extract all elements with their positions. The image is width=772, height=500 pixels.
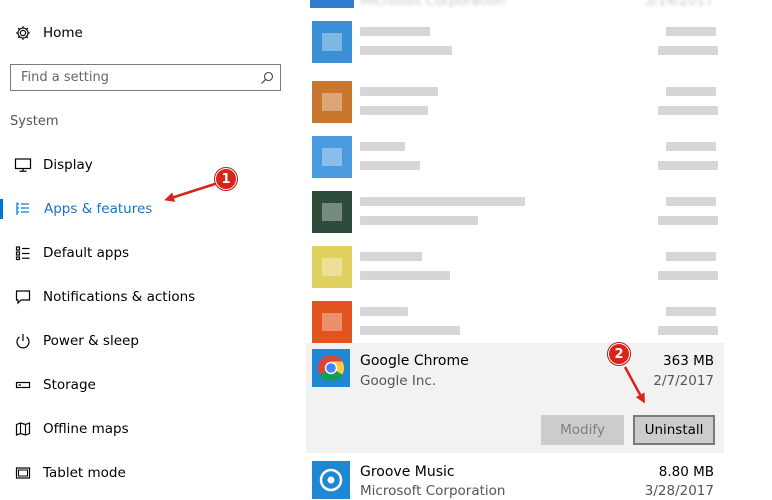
sidebar-item-offline-maps[interactable]: Offline maps (0, 409, 300, 449)
app-name: Google Chrome (360, 353, 469, 369)
app-name: Groove Music (360, 464, 455, 480)
blurred-app-publisher (360, 271, 450, 280)
sidebar-item-label: Tablet mode (43, 465, 126, 481)
blurred-app-publisher (360, 106, 428, 115)
blurred-app-size (666, 142, 716, 151)
app-list-item-blurred[interactable] (306, 240, 724, 298)
app-list-item-groove-music[interactable]: Groove Music Microsoft Corporation 8.80 … (306, 455, 724, 500)
app-date: 3/14/2017 (644, 0, 714, 8)
modify-button[interactable]: Modify (541, 415, 624, 445)
app-icon (312, 21, 352, 63)
blurred-app-date (658, 271, 718, 280)
blurred-app-publisher (360, 161, 420, 170)
blurred-app-publisher (360, 46, 452, 55)
sidebar-item-apps-features[interactable]: Apps & features (0, 189, 300, 229)
power-icon (14, 332, 32, 350)
section-label: System (10, 114, 59, 129)
blurred-app-name (360, 142, 405, 151)
storage-icon (14, 376, 32, 394)
app-list-item-google-chrome[interactable]: Google Chrome Google Inc. 363 MB 2/7/201… (306, 343, 724, 453)
sidebar-item-notifications[interactable]: Notifications & actions (0, 277, 300, 317)
search-box[interactable] (10, 64, 281, 91)
app-size: 363 MB (663, 353, 714, 369)
sidebar-item-label: Display (43, 157, 93, 173)
annotation-badge-2: 2 (608, 343, 630, 365)
search-icon[interactable] (260, 70, 274, 84)
sidebar-item-home[interactable]: Home (0, 13, 300, 53)
blurred-app-size (666, 197, 716, 206)
uninstall-button[interactable]: Uninstall (633, 415, 715, 445)
sidebar-item-label: Notifications & actions (43, 289, 196, 305)
app-list-item-blurred[interactable] (306, 185, 724, 243)
app-publisher: Google Inc. (360, 373, 437, 389)
app-icon (312, 136, 352, 178)
app-date: 3/28/2017 (644, 483, 714, 499)
sidebar-item-label: Default apps (43, 245, 130, 261)
apps-features-icon (14, 200, 32, 218)
sidebar-item-display[interactable]: Display (0, 145, 300, 185)
blurred-app-size (666, 252, 716, 261)
blurred-app-date (658, 46, 718, 55)
groove-music-icon (312, 461, 350, 499)
display-icon (14, 156, 32, 174)
app-list-item-blurred[interactable] (306, 15, 724, 73)
app-icon (312, 301, 352, 343)
default-apps-icon (14, 244, 32, 262)
sidebar-item-label: Power & sleep (43, 333, 139, 349)
chrome-icon (312, 349, 350, 387)
sidebar-item-storage[interactable]: Storage (0, 365, 300, 405)
sidebar-item-label: Offline maps (43, 421, 129, 437)
app-icon (312, 246, 352, 288)
app-icon (312, 81, 352, 123)
blurred-app-name (360, 27, 430, 36)
blurred-app-date (658, 216, 718, 225)
tablet-icon (14, 464, 32, 482)
sidebar-item-tablet-mode[interactable]: Tablet mode (0, 453, 300, 493)
sidebar-item-label: Storage (43, 377, 96, 393)
app-size: 8.80 MB (658, 464, 714, 480)
app-list-item-blurred[interactable] (306, 130, 724, 188)
notifications-icon (14, 288, 32, 306)
blurred-app-date (658, 161, 718, 170)
blurred-app-publisher (360, 326, 460, 335)
blurred-app-size (666, 87, 716, 96)
blurred-app-name (360, 252, 422, 261)
blurred-app-size (666, 307, 716, 316)
sidebar-item-default-apps[interactable]: Default apps (0, 233, 300, 273)
app-list-item[interactable]: Microsoft Corporation 3/14/2017 (306, 0, 724, 8)
settings-sidebar: Home System Display Apps & features Defa… (0, 0, 300, 500)
blurred-app-date (658, 106, 718, 115)
app-icon (310, 0, 354, 8)
app-icon (312, 191, 352, 233)
app-publisher: Microsoft Corporation (360, 483, 506, 499)
map-icon (14, 420, 32, 438)
annotation-badge-1: 1 (215, 168, 237, 190)
blurred-app-name (360, 87, 438, 96)
sidebar-item-power-sleep[interactable]: Power & sleep (0, 321, 300, 361)
blurred-app-date (658, 326, 718, 335)
sidebar-item-label: Apps & features (44, 201, 153, 217)
app-list-item-blurred[interactable] (306, 75, 724, 133)
app-publisher: Microsoft Corporation (360, 0, 506, 8)
blurred-app-size (666, 27, 716, 36)
blurred-app-name (360, 307, 408, 316)
search-input[interactable] (11, 65, 251, 90)
blurred-app-name (360, 197, 525, 206)
sidebar-item-label: Home (43, 25, 83, 41)
app-date: 2/7/2017 (653, 373, 714, 389)
blurred-app-publisher (360, 216, 478, 225)
gear-icon (14, 24, 32, 42)
